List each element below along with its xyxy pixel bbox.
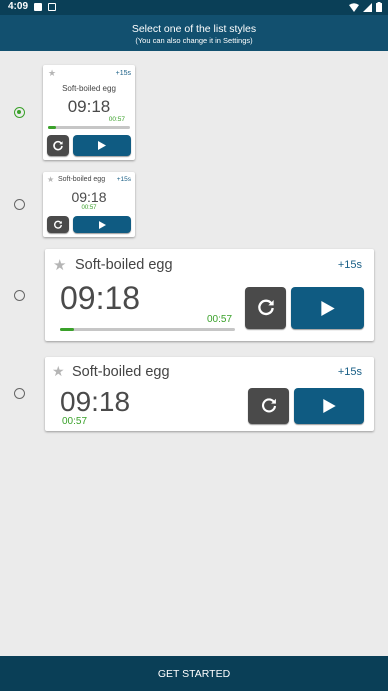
wifi-icon — [349, 2, 359, 12]
timer-title: Soft-boiled egg — [75, 257, 173, 273]
reset-button[interactable] — [47, 216, 69, 233]
timer-title: Soft-boiled egg — [62, 84, 116, 93]
style-radio-2[interactable] — [14, 199, 25, 210]
timer-time: 09:18 — [71, 189, 107, 205]
timer-time: 09:18 — [60, 386, 131, 417]
play-icon — [98, 141, 106, 150]
signal-icon — [363, 2, 372, 12]
play-button[interactable] — [294, 388, 364, 424]
style-radio-3[interactable] — [14, 290, 25, 301]
notification-icon — [34, 3, 42, 11]
progress-bar — [60, 328, 235, 331]
reset-icon — [261, 398, 276, 413]
get-started-label: GET STARTED — [157, 667, 231, 680]
play-icon — [320, 300, 335, 316]
reset-button[interactable] — [47, 135, 69, 156]
timer-remaining: 00:57 — [108, 116, 125, 123]
status-bar: 4:09 — [0, 0, 388, 15]
timer-remaining: 00:57 — [81, 205, 97, 211]
header: Select one of the list styles (You can a… — [0, 15, 388, 51]
plus-time: +15s — [115, 70, 131, 77]
timer-remaining: 00:57 — [62, 416, 88, 427]
header-title: Select one of the list styles — [131, 23, 257, 35]
timer-title: Soft-boiled egg — [58, 176, 106, 183]
play-button[interactable] — [73, 135, 131, 156]
style-radio-1[interactable] — [14, 107, 25, 118]
style-preview-card-3[interactable]: ★ Soft-boiled egg +15s 09:18 00:57 — [45, 249, 374, 341]
star-icon: ★ — [47, 175, 55, 184]
play-icon — [98, 220, 106, 229]
style-preview-card-2[interactable]: ★ Soft-boiled egg +15s 09:18 00:57 — [43, 172, 135, 237]
reset-button[interactable] — [248, 388, 289, 424]
timer-time: 09:18 — [60, 280, 141, 316]
reset-button[interactable] — [245, 287, 286, 329]
header-subtitle: (You can also change it in Settings) — [135, 36, 253, 45]
timer-time: 09:18 — [67, 97, 111, 116]
play-icon — [322, 399, 336, 413]
reset-icon — [257, 299, 274, 316]
star-icon: ★ — [52, 363, 65, 379]
style-preview-card-1[interactable]: ★ +15s Soft-boiled egg 09:18 00:57 — [43, 65, 135, 160]
style-preview-card-4[interactable]: ★ Soft-boiled egg +15s 09:18 00:57 — [45, 357, 374, 431]
battery-icon — [376, 2, 382, 12]
star-icon: ★ — [48, 68, 57, 78]
plus-time: +15s — [337, 366, 362, 378]
plus-time: +15s — [337, 259, 362, 271]
reset-icon — [53, 140, 63, 150]
star-icon: ★ — [53, 257, 67, 274]
notification-icon-2 — [48, 3, 56, 11]
style-radio-4[interactable] — [14, 388, 25, 399]
timer-remaining: 00:57 — [207, 314, 233, 325]
plus-time: +15s — [116, 176, 131, 183]
play-button[interactable] — [73, 216, 131, 233]
progress-bar — [48, 126, 130, 129]
get-started-button[interactable]: GET STARTED — [0, 656, 388, 691]
reset-icon — [54, 220, 62, 229]
play-button[interactable] — [291, 287, 364, 329]
status-time: 4:09 — [8, 1, 29, 12]
timer-title: Soft-boiled egg — [72, 364, 170, 380]
